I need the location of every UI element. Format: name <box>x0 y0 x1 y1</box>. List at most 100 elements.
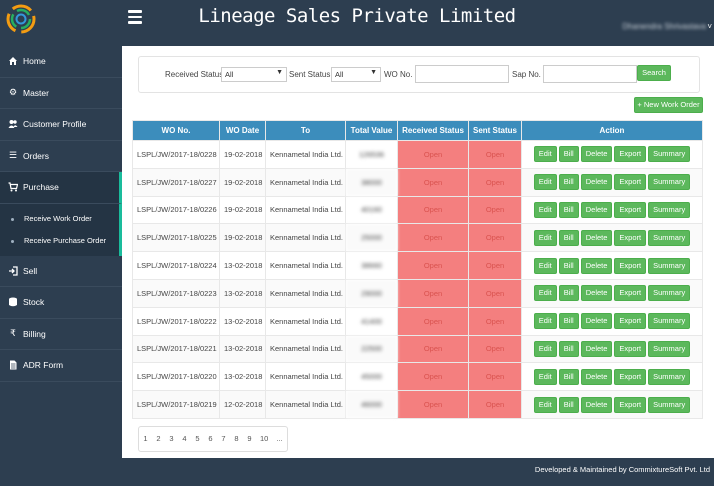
delete-button[interactable]: Delete <box>580 257 613 274</box>
search-button[interactable]: Search <box>637 65 671 81</box>
sap-no-input[interactable] <box>543 65 637 83</box>
sent-status-select[interactable]: All ▼ <box>331 67 381 82</box>
sidebar-subitem-receive-purchase-order[interactable]: Receive Purchase Order <box>0 230 119 252</box>
summary-button[interactable]: Summary <box>648 201 691 218</box>
export-button[interactable]: Export <box>614 174 647 191</box>
sidebar-item-purchase[interactable]: Purchase <box>0 172 122 204</box>
sidebar-item-stock[interactable]: Stock <box>0 287 122 319</box>
sidebar-item-sell[interactable]: Sell <box>0 256 122 287</box>
summary-button[interactable]: Summary <box>648 257 691 274</box>
summary-button[interactable]: Summary <box>648 146 691 163</box>
bill-button[interactable]: Bill <box>558 174 579 191</box>
page-link[interactable]: ... <box>272 427 286 451</box>
wo-no-input[interactable] <box>415 65 509 83</box>
page-link[interactable]: 2 <box>152 427 165 451</box>
delete-button[interactable]: Delete <box>580 396 613 413</box>
bill-button[interactable]: Bill <box>558 146 579 163</box>
bill-button[interactable]: Bill <box>558 201 579 218</box>
page-link[interactable]: 7 <box>217 427 230 451</box>
edit-button[interactable]: Edit <box>533 174 557 191</box>
column-header-received-status[interactable]: Received Status <box>397 120 469 141</box>
bill-button[interactable]: Bill <box>558 313 579 330</box>
sidebar-item-billing[interactable]: ₹ Billing <box>0 319 122 350</box>
export-button[interactable]: Export <box>614 285 647 302</box>
page-link[interactable]: 9 <box>243 427 256 451</box>
summary-button[interactable]: Summary <box>648 396 691 413</box>
received-status-cell: Open <box>397 362 469 392</box>
bill-button[interactable]: Bill <box>558 368 579 385</box>
edit-button[interactable]: Edit <box>533 285 557 302</box>
edit-button[interactable]: Edit <box>533 368 557 385</box>
column-header-wo-date[interactable]: WO Date <box>219 120 266 141</box>
column-header-to[interactable]: To <box>265 120 346 141</box>
edit-button[interactable]: Edit <box>533 257 557 274</box>
bill-button[interactable]: Bill <box>558 340 579 357</box>
export-button[interactable]: Export <box>614 313 647 330</box>
home-icon <box>8 56 18 66</box>
delete-button[interactable]: Delete <box>580 313 613 330</box>
export-button[interactable]: Export <box>614 229 647 246</box>
delete-button[interactable]: Delete <box>580 368 613 385</box>
page-link[interactable]: 8 <box>230 427 243 451</box>
delete-button[interactable]: Delete <box>580 146 613 163</box>
edit-button[interactable]: Edit <box>533 229 557 246</box>
user-dropdown-icon[interactable]: ˅ <box>707 22 712 31</box>
sidebar-item-home[interactable]: Home <box>0 46 122 78</box>
edit-button[interactable]: Edit <box>533 201 557 218</box>
summary-button[interactable]: Summary <box>648 285 691 302</box>
column-header-sent-status[interactable]: Sent Status <box>468 120 522 141</box>
bill-button[interactable]: Bill <box>558 396 579 413</box>
new-work-order-button[interactable]: + New Work Order <box>634 97 703 113</box>
sidebar-subitem-receive-work-order[interactable]: Receive Work Order <box>0 208 119 230</box>
bill-button[interactable]: Bill <box>558 229 579 246</box>
sidebar-item-customer-profile[interactable]: Customer Profile <box>0 109 122 141</box>
export-button[interactable]: Export <box>614 257 647 274</box>
delete-button[interactable]: Delete <box>580 174 613 191</box>
wo-no-label: WO No. : <box>384 70 417 79</box>
column-header-wo-no[interactable]: WO No. <box>132 120 220 141</box>
action-buttons: Edit Bill Delete Export Summary <box>526 229 698 246</box>
to-cell: Kennametal India Ltd. <box>265 195 346 225</box>
edit-button[interactable]: Edit <box>533 146 557 163</box>
delete-button[interactable]: Delete <box>580 340 613 357</box>
user-name[interactable]: Dhanendra Shrivastava <box>622 22 706 31</box>
received-status-cell: Open <box>397 390 469 419</box>
received-status-cell: Open <box>397 251 469 280</box>
received-status-select[interactable]: All ▼ <box>221 67 287 82</box>
chevron-down-icon: ▼ <box>276 69 283 76</box>
page-link[interactable]: 5 <box>191 427 204 451</box>
export-button[interactable]: Export <box>614 368 647 385</box>
total-value-cell: 40160 <box>345 195 398 225</box>
sidebar-item-orders[interactable]: ☰ Orders <box>0 141 122 172</box>
action-buttons: Edit Bill Delete Export Summary <box>526 174 698 191</box>
action-buttons: Edit Bill Delete Export Summary <box>526 201 698 218</box>
sidebar-item-adr-form[interactable]: ADR Form <box>0 350 122 382</box>
delete-button[interactable]: Delete <box>580 229 613 246</box>
page-link[interactable]: 6 <box>204 427 217 451</box>
export-button[interactable]: Export <box>614 201 647 218</box>
edit-button[interactable]: Edit <box>533 396 557 413</box>
summary-button[interactable]: Summary <box>648 340 691 357</box>
bill-button[interactable]: Bill <box>558 257 579 274</box>
sidebar-item-master[interactable]: ⚙ Master <box>0 78 122 109</box>
column-header-total-value[interactable]: Total Value <box>345 120 398 141</box>
delete-button[interactable]: Delete <box>580 201 613 218</box>
page-link[interactable]: 3 <box>165 427 178 451</box>
summary-button[interactable]: Summary <box>648 313 691 330</box>
page-link[interactable]: 10 <box>256 427 272 451</box>
wo-no-cell: LSPL/JW/2017-18/0226 <box>132 195 220 225</box>
wo-no-cell: LSPL/JW/2017-18/0228 <box>132 140 220 169</box>
export-button[interactable]: Export <box>614 396 647 413</box>
delete-button[interactable]: Delete <box>580 285 613 302</box>
page-link[interactable]: 4 <box>178 427 191 451</box>
export-button[interactable]: Export <box>614 340 647 357</box>
edit-button[interactable]: Edit <box>533 313 557 330</box>
bill-button[interactable]: Bill <box>558 285 579 302</box>
summary-button[interactable]: Summary <box>648 368 691 385</box>
page-link[interactable]: 1 <box>139 427 152 451</box>
summary-button[interactable]: Summary <box>648 174 691 191</box>
export-button[interactable]: Export <box>614 146 647 163</box>
edit-button[interactable]: Edit <box>533 340 557 357</box>
wo-date-cell: 13-02-2018 <box>219 306 266 336</box>
summary-button[interactable]: Summary <box>648 229 691 246</box>
